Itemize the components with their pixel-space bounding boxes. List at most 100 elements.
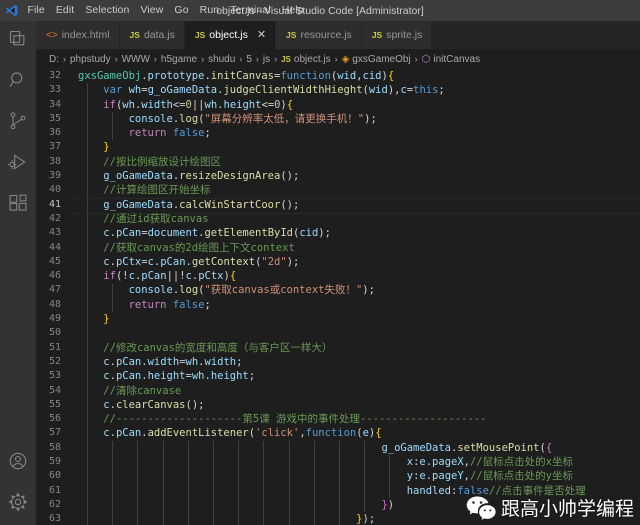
- line-text: //清除canvase: [69, 384, 181, 398]
- breadcrumb-item-objectjs[interactable]: JS object.js: [281, 54, 330, 65]
- code-line[interactable]: 51 //修改canvas的宽度和高度（与客户区一样大）: [36, 341, 640, 355]
- editor-tab-bar: <> index.html JS data.js JS object.js ✕ JS resou…: [36, 21, 640, 49]
- menu-selection[interactable]: Selection: [80, 0, 135, 21]
- code-line[interactable]: 38 //按比例缩放设计绘图区: [36, 155, 640, 169]
- token: wid: [368, 84, 388, 97]
- code-line[interactable]: 43 c.pCan=document.getElementById(cid);: [36, 226, 640, 240]
- menu-help[interactable]: Help: [276, 0, 309, 21]
- activity-item-run-and-debug[interactable]: [0, 144, 36, 185]
- line-text: x:e.pageX,//鼠标点击处的x坐标: [69, 455, 573, 469]
- breadcrumb-label: WWW: [121, 53, 150, 65]
- activity-item-search[interactable]: [0, 62, 36, 103]
- code-line[interactable]: 57 c.pCan.addEventListener('click',funct…: [36, 426, 640, 440]
- code-line[interactable]: 41 g_oGameData.calcWinStartCoor();: [36, 197, 640, 215]
- code-editor[interactable]: 32 gxsGameObj.prototype.initCanvas=functi…: [36, 69, 640, 525]
- tab-sprite-js[interactable]: JS sprite.js: [361, 21, 433, 49]
- line-number: 39: [48, 170, 61, 182]
- line-text: //--------------------第5课 游戏中的事件处理------…: [69, 412, 486, 426]
- token: //按比例缩放设计绘图区: [103, 155, 221, 168]
- code-line[interactable]: 54 //清除canvase: [36, 384, 640, 398]
- code-line[interactable]: 45 c.pCtx=c.pCan.getContext("2d");: [36, 255, 640, 269]
- gear-icon: [8, 492, 28, 517]
- token: "获取canvas或context失败！": [204, 284, 363, 297]
- menu-go[interactable]: Go: [169, 0, 194, 21]
- code-line[interactable]: 58 g_oGameData.setMousePoint({: [36, 441, 640, 455]
- breadcrumb-item-phpstudy[interactable]: phpstudy: [70, 54, 111, 65]
- activity-item-accounts[interactable]: [0, 443, 36, 484]
- code-line[interactable]: 52 c.pCan.width=wh.width;: [36, 355, 640, 369]
- breadcrumb-item-D[interactable]: D:: [49, 54, 59, 65]
- tab-label: resource.js: [300, 29, 352, 41]
- menu-terminal[interactable]: Terminal: [225, 0, 276, 21]
- tab-object-js[interactable]: JS object.js ✕: [184, 21, 277, 49]
- code-line[interactable]: 48 return false;: [36, 298, 640, 312]
- code-line[interactable]: 62 }): [36, 498, 640, 512]
- code-line[interactable]: 37 }: [36, 140, 640, 154]
- code-line[interactable]: 53 c.pCan.height=wh.height;: [36, 369, 640, 383]
- code-line[interactable]: 63 });: [36, 512, 640, 525]
- line-number: 63: [48, 513, 61, 525]
- breadcrumb-item-shudu[interactable]: shudu: [208, 54, 235, 65]
- activity-item-source-control[interactable]: [0, 103, 36, 144]
- line-text: if(wh.width<=0||wh.height<=0){: [69, 98, 293, 112]
- token: getElementById: [204, 227, 293, 240]
- menu-run[interactable]: Run: [194, 0, 225, 21]
- breadcrumb-item-WWW[interactable]: WWW: [122, 54, 150, 65]
- code-line[interactable]: 42 //通过id获取canvas: [36, 212, 640, 226]
- code-line[interactable]: 35 console.log("屏幕分辨率太低，请更换手机！");: [36, 112, 640, 126]
- code-line[interactable]: 60 y:e.pageY,//鼠标点击处的y坐标: [36, 469, 640, 483]
- breadcrumb-item-gxsGameObj[interactable]: ◈ gxsGameObj: [342, 54, 411, 65]
- token: <=: [172, 98, 186, 111]
- close-icon[interactable]: ✕: [257, 29, 266, 41]
- breadcrumb-item-initCanvas[interactable]: ⬡ initCanvas: [422, 54, 480, 65]
- code-line[interactable]: 56 //--------------------第5课 游戏中的事件处理---…: [36, 412, 640, 426]
- code-line[interactable]: 32 gxsGameObj.prototype.initCanvas=functi…: [36, 69, 640, 83]
- token: setMousePoint: [457, 441, 540, 454]
- breadcrumb-item-h5game[interactable]: h5game: [161, 54, 197, 65]
- code-line[interactable]: 61 handled:false//点击事件是否处理: [36, 484, 640, 498]
- breadcrumb-item-js[interactable]: js: [263, 54, 270, 65]
- menu-file[interactable]: File: [22, 0, 50, 21]
- line-number: 35: [48, 112, 61, 124]
- menu-edit[interactable]: Edit: [50, 0, 80, 21]
- code-line[interactable]: 46 if(!c.pCan||!c.pCtx){: [36, 269, 640, 283]
- line-text: }): [69, 498, 394, 512]
- code-line[interactable]: 50: [36, 326, 640, 340]
- activity-item-settings[interactable]: [0, 484, 36, 525]
- token: g_oGameData: [103, 170, 173, 183]
- line-text: //获取canvas的2d绘图上下文context: [69, 241, 294, 255]
- activity-item-explorer[interactable]: [0, 21, 36, 62]
- breadcrumb-label: gxsGameObj: [352, 53, 411, 65]
- token: //鼠标点击处的x坐标: [469, 456, 573, 469]
- token: false: [457, 484, 489, 497]
- code-line[interactable]: 44 //获取canvas的2d绘图上下文context: [36, 241, 640, 255]
- tab-index-html[interactable]: <> index.html: [36, 21, 120, 49]
- token: ): [387, 498, 395, 511]
- line-number: 47: [48, 284, 61, 296]
- code-line[interactable]: 49 }: [36, 312, 640, 326]
- line-number: 37: [48, 141, 61, 153]
- account-icon: [8, 451, 28, 476]
- token: return: [128, 298, 167, 311]
- code-line[interactable]: 39 g_oGameData.resizeDesignArea();: [36, 169, 640, 183]
- workbench-body: <> index.html JS data.js JS object.js ✕ JS resou…: [0, 21, 640, 525]
- code-line[interactable]: 33 var wh=g_oGameData.judgeClientWidthHi…: [36, 83, 640, 97]
- tab-data-js[interactable]: JS data.js: [119, 21, 185, 49]
- code-line[interactable]: 55 c.clearCanvas();: [36, 398, 640, 412]
- tab-resource-js[interactable]: JS resource.js: [276, 21, 362, 49]
- code-line[interactable]: 34 if(wh.width<=0||wh.height<=0){: [36, 98, 640, 112]
- token: //清除canvase: [103, 384, 182, 397]
- code-line[interactable]: 47 console.log("获取canvas或context失败！");: [36, 283, 640, 297]
- breadcrumb-label: shudu: [208, 53, 236, 65]
- menu-view[interactable]: View: [135, 0, 169, 21]
- code-line[interactable]: 59 x:e.pageX,//鼠标点击处的x坐标: [36, 455, 640, 469]
- activity-item-extensions[interactable]: [0, 185, 36, 226]
- code-line[interactable]: 36 return false;: [36, 126, 640, 140]
- code-line[interactable]: 40 //计算绘图区开始坐标: [36, 183, 640, 197]
